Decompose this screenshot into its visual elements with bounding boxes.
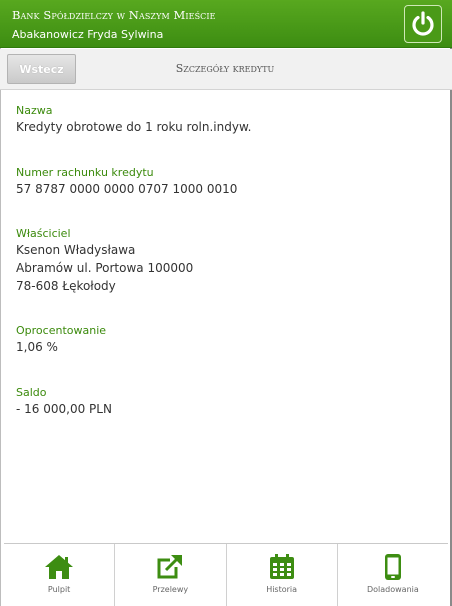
field-owner-label: Właściciel bbox=[16, 227, 71, 240]
field-account: Numer rachunku kredytu 57 8787 0000 0000… bbox=[16, 166, 237, 198]
transfer-icon bbox=[157, 554, 184, 579]
home-icon bbox=[45, 555, 74, 579]
field-name-label: Nazwa bbox=[16, 104, 53, 117]
loan-details: Nazwa Kredyty obrotowe do 1 roku roln.in… bbox=[0, 90, 452, 542]
power-icon bbox=[412, 11, 434, 36]
back-button[interactable]: Wstecz bbox=[7, 54, 76, 84]
bank-name: Bank Spółdzielczy w Naszym Mieście bbox=[12, 8, 216, 22]
toolbar: Wstecz Szczegóły kredytu bbox=[0, 49, 452, 90]
nav-item-pulpit[interactable]: Pulpit bbox=[4, 544, 116, 606]
field-balance-label: Saldo bbox=[16, 386, 47, 399]
app-header: Bank Spółdzielczy w Naszym Mieście Abaka… bbox=[0, 0, 452, 48]
page-title: Szczegóły kredytu bbox=[175, 62, 275, 75]
field-name-value: Kredyty obrotowe do 1 roku roln.indyw. bbox=[16, 120, 252, 134]
bottom-nav: Pulpit Przelewy Historia Doladowania bbox=[4, 543, 448, 606]
field-interest-value: 1,06 % bbox=[16, 340, 58, 354]
phone-icon bbox=[384, 554, 401, 580]
nav-label-historia: Historia bbox=[266, 585, 298, 594]
nav-item-historia[interactable]: Historia bbox=[227, 544, 338, 606]
nav-label-doladowania: Doladowania bbox=[366, 585, 419, 594]
logout-button[interactable] bbox=[404, 5, 442, 43]
owner-city: 78-608 Łękołody bbox=[16, 279, 116, 293]
field-interest-label: Oprocentowanie bbox=[16, 324, 107, 337]
field-account-value: 57 8787 0000 0000 0707 1000 0010 bbox=[16, 182, 238, 196]
field-interest: Oprocentowanie 1,06 % bbox=[16, 324, 106, 356]
owner-street: Abramów ul. Portowa 100000 bbox=[16, 261, 194, 275]
field-owner: Właściciel Ksenon Władysława Abramów ul.… bbox=[16, 227, 193, 295]
nav-item-doladowania[interactable]: Doladowania bbox=[338, 544, 448, 606]
field-balance-value: - 16 000,00 PLN bbox=[16, 402, 112, 416]
calendar-icon bbox=[269, 554, 294, 579]
field-account-label: Numer rachunku kredytu bbox=[16, 166, 154, 179]
owner-name: Ksenon Władysława bbox=[16, 243, 136, 257]
field-balance: Saldo - 16 000,00 PLN bbox=[16, 386, 112, 418]
user-name: Abakanowicz Fryda Sylwina bbox=[12, 28, 164, 41]
field-name: Nazwa Kredyty obrotowe do 1 roku roln.in… bbox=[16, 104, 251, 136]
nav-label-przelewy: Przelewy bbox=[152, 585, 189, 594]
nav-label-pulpit: Pulpit bbox=[47, 585, 71, 594]
nav-item-przelewy[interactable]: Przelewy bbox=[115, 544, 227, 606]
